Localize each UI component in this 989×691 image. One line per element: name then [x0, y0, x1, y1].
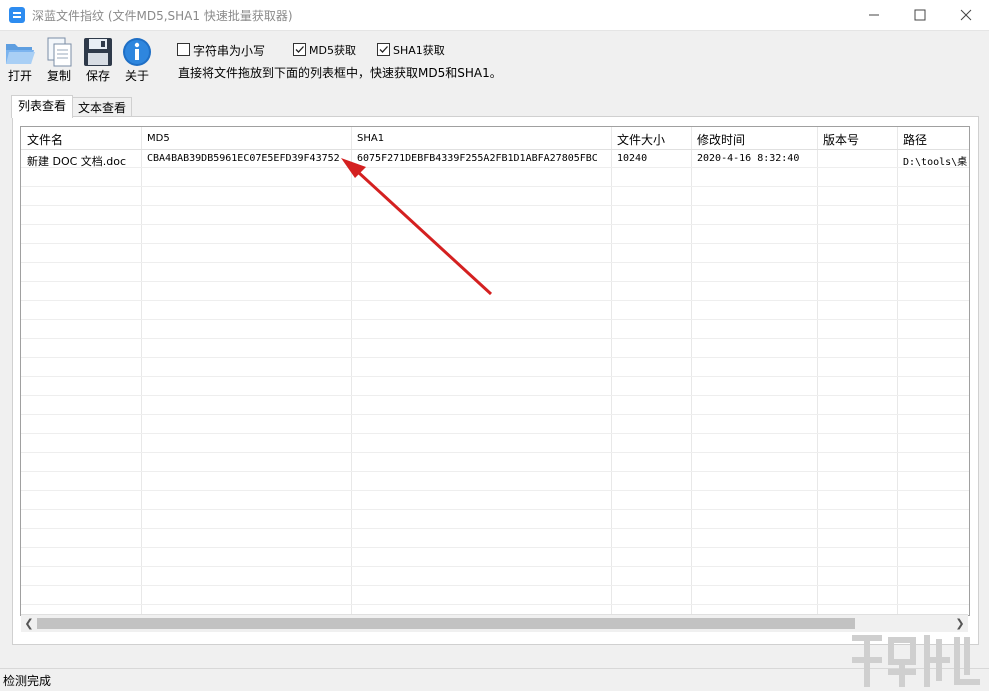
md5-label: MD5获取 — [309, 44, 356, 57]
lowercase-label: 字符串为小写 — [193, 44, 266, 58]
copy-icon — [47, 37, 72, 67]
column-header-md5[interactable]: MD5 — [147, 133, 170, 144]
close-button[interactable] — [942, 0, 988, 30]
app-icon — [9, 7, 25, 23]
minimize-icon — [869, 14, 879, 16]
table-cell-modified[interactable]: 2020-4-16 8:32:40 — [697, 153, 815, 164]
status-text: 检测完成 — [3, 674, 52, 688]
sha1-label: SHA1获取 — [393, 44, 445, 57]
column-header-version[interactable]: 版本号 — [823, 131, 859, 148]
table-cell-md5[interactable]: CBA4BAB39DB5961EC07E5EFD39F43752 — [147, 153, 349, 164]
save-icon — [84, 38, 112, 66]
save-button[interactable]: 保存 — [81, 36, 115, 86]
window-title: 深蓝文件指纹 (文件MD5,SHA1 快速批量获取器) — [32, 9, 293, 23]
column-header-filename[interactable]: 文件名 — [27, 131, 63, 148]
checkbox-checked-icon — [293, 43, 306, 56]
tab-list-view[interactable]: 列表查看 — [11, 95, 73, 118]
close-icon — [960, 9, 972, 21]
copy-button[interactable]: 复制 — [42, 36, 76, 86]
tab-text-view[interactable]: 文本查看 — [72, 97, 132, 118]
folder-open-icon — [6, 44, 35, 64]
about-label: 关于 — [124, 69, 149, 83]
maximize-icon — [914, 9, 926, 21]
scroll-right-icon[interactable]: ❯ — [954, 617, 966, 630]
column-header-size[interactable]: 文件大小 — [617, 131, 665, 148]
horizontal-scrollbar[interactable]: ❮ ❯ — [21, 614, 968, 632]
table-cell-path[interactable]: D:\tools\桌 — [903, 153, 969, 168]
checkbox-unchecked-icon — [177, 43, 190, 56]
status-bar: 检测完成 — [0, 668, 989, 691]
open-button[interactable]: 打开 — [3, 36, 37, 86]
minimize-button[interactable] — [850, 0, 896, 30]
about-button[interactable]: 关于 — [120, 36, 154, 86]
file-list[interactable]: 文件名 MD5 SHA1 文件大小 修改时间 版本号 路径 新建 DOC 文档.… — [20, 126, 970, 616]
checkbox-checked-icon — [377, 43, 390, 56]
column-header-path[interactable]: 路径 — [903, 131, 927, 148]
title-bar: 深蓝文件指纹 (文件MD5,SHA1 快速批量获取器) — [0, 0, 989, 31]
scroll-left-icon[interactable]: ❮ — [23, 617, 35, 630]
info-icon — [123, 38, 151, 66]
table-cell-filename[interactable]: 新建 DOC 文档.doc — [27, 153, 139, 169]
maximize-button[interactable] — [896, 0, 942, 30]
watermark-logo — [852, 635, 980, 687]
scrollbar-thumb[interactable] — [37, 618, 855, 629]
table-cell-sha1[interactable]: 6075F271DEBFB4339F255A2FB1D1ABFA27805FBC — [357, 153, 609, 164]
drag-hint: 直接将文件拖放到下面的列表框中，快速获取MD5和SHA1。 — [178, 66, 502, 80]
table-cell-size[interactable]: 10240 — [617, 153, 689, 164]
column-header-sha1[interactable]: SHA1 — [357, 133, 384, 144]
column-header-modified[interactable]: 修改时间 — [697, 131, 745, 148]
